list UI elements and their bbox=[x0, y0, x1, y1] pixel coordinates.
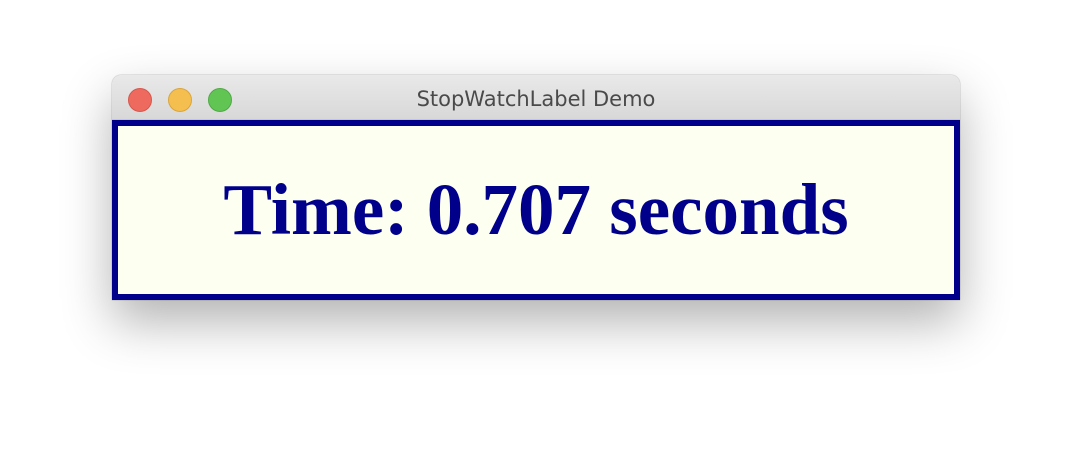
title-bar[interactable]: StopWatchLabel Demo bbox=[112, 75, 960, 120]
elapsed-time-label[interactable]: Time: 0.707 seconds bbox=[118, 126, 954, 294]
window-title: StopWatchLabel Demo bbox=[416, 87, 656, 111]
app-window: StopWatchLabel Demo Time: 0.707 seconds bbox=[112, 75, 960, 300]
stopwatch-label-panel[interactable]: Time: 0.707 seconds bbox=[112, 120, 960, 300]
